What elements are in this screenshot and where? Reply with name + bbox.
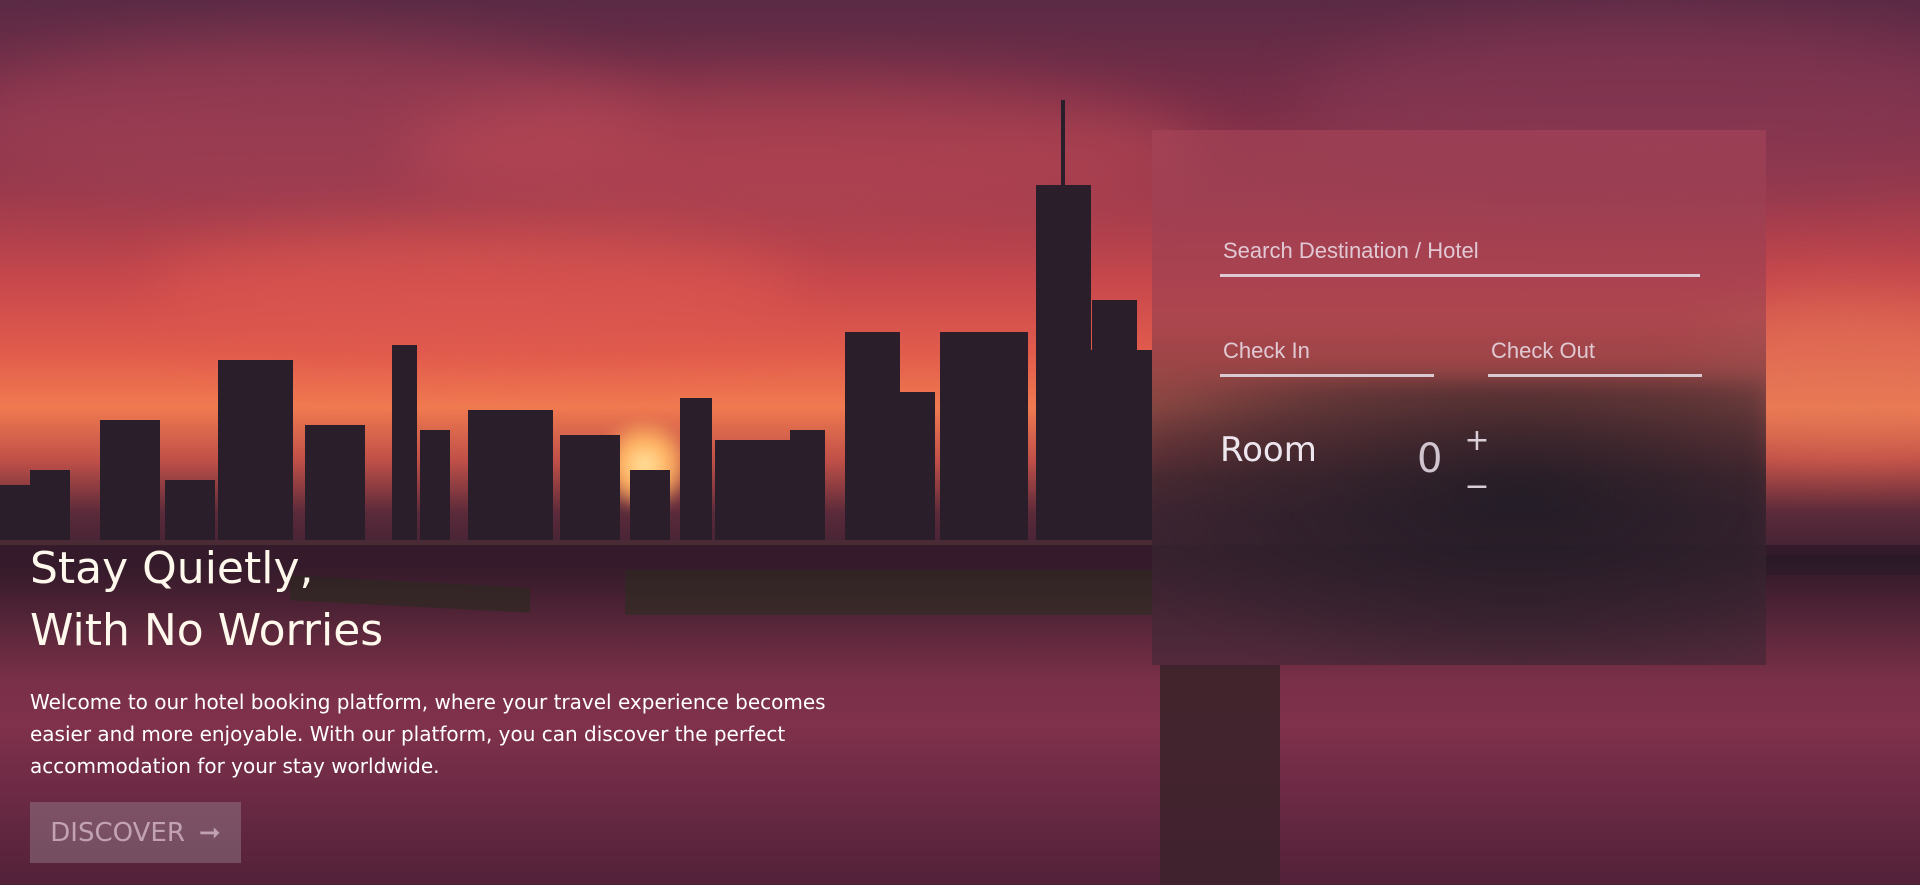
search-destination-input[interactable] [1220, 232, 1700, 277]
hero-section: Stay Quietly, With No Worries Welcome to… [0, 0, 1920, 885]
panel-shadow [1152, 380, 1766, 665]
hero-description: Welcome to our hotel booking platform, w… [30, 690, 826, 778]
arrow-right-icon: ➞ [198, 817, 221, 848]
room-label: Room [1220, 430, 1317, 470]
headline-line-2: With No Worries [30, 605, 384, 656]
room-decrement-button[interactable]: − [1462, 470, 1492, 504]
check-out-input[interactable] [1488, 332, 1702, 377]
discover-button[interactable]: DISCOVER ➞ [30, 802, 241, 863]
booking-panel: Room 0 + − [1152, 130, 1766, 665]
hero-intro: Stay Quietly, With No Worries Welcome to… [30, 538, 910, 782]
hero-headline: Stay Quietly, With No Worries [30, 538, 910, 662]
check-in-input[interactable] [1220, 332, 1434, 377]
discover-label: DISCOVER [50, 817, 185, 848]
room-count: 0 [1417, 436, 1443, 482]
room-increment-button[interactable]: + [1462, 424, 1492, 458]
headline-line-1: Stay Quietly, [30, 543, 314, 594]
